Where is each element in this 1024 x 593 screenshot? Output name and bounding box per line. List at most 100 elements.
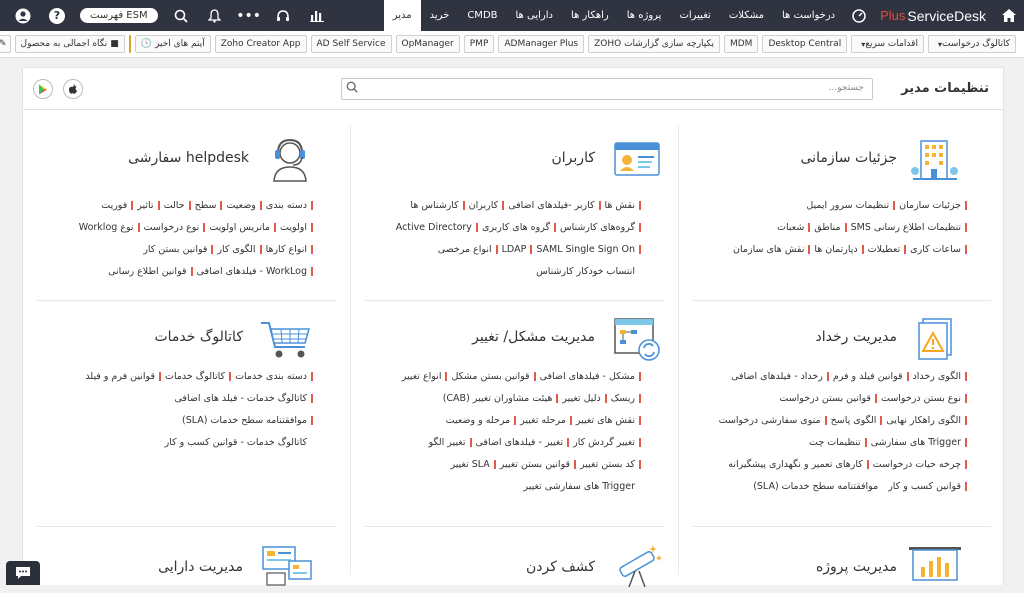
link-task-template[interactable]: الگوی کار — [217, 244, 255, 255]
link-preventive-maintenance[interactable]: کارهای تعمیر و نگهداری پیشگیرانه — [728, 459, 862, 470]
link-sla[interactable]: موافقتنامه سطح خدمات (SLA) — [753, 481, 878, 492]
link-operational-hours[interactable]: ساعات کاری — [910, 244, 961, 255]
link-user-additional-fields[interactable]: کاربر -فیلدهای اضافی — [508, 200, 594, 211]
link-change-workflow[interactable]: تغییر گردش کار — [573, 437, 635, 448]
nav-tab-admin[interactable]: مدیر — [383, 0, 421, 31]
link-sms-settings[interactable]: تنظیمات اطلاع رسانی SMS — [851, 222, 961, 233]
link-roles[interactable]: نقش ها — [605, 200, 636, 211]
link-catalog-additional-fields[interactable]: کاتالوگ خدمات - فیلد های اضافی — [174, 393, 307, 404]
google-play-store-icon[interactable] — [33, 79, 53, 99]
toolbar-admanager-plus[interactable]: ADManager Plus — [498, 35, 585, 53]
link-task-closing-rules[interactable]: قوانین بستن کار — [143, 244, 207, 255]
quick-actions-dropdown[interactable]: اقدامات سریع ▾ — [851, 35, 924, 53]
link-org-roles[interactable]: نقش های سازمان — [733, 244, 804, 255]
link-reason-for-change[interactable]: دلیل تغییر — [562, 393, 600, 404]
product-overview-button[interactable]: ■ نگاه اجمالی به محصول — [14, 35, 125, 53]
link-custom-triggers[interactable]: Trigger های سفارشی — [871, 437, 961, 448]
link-change-closing-rules[interactable]: قوانین بستن تغییر — [500, 459, 570, 470]
link-reply-template[interactable]: الگوی پاسخ — [831, 415, 877, 426]
notes-icon[interactable] — [128, 35, 131, 53]
link-form-field-rules[interactable]: قوانین فرم و فیلد — [85, 371, 155, 382]
link-service-catalog[interactable]: کاتالوگ خدمات — [165, 371, 225, 382]
link-service-categories[interactable]: دسته بندی خدمات — [235, 371, 307, 382]
link-request-custom-menu[interactable]: منوی سفارشی درخواست — [719, 415, 821, 426]
nav-tab-problems[interactable]: مشکلات — [720, 0, 773, 31]
app-logo[interactable]: ServiceDesk Plus — [874, 0, 994, 31]
link-risk[interactable]: ریسک — [611, 393, 635, 404]
link-level[interactable]: سطح — [195, 200, 217, 211]
link-stage-status[interactable]: مرحله و وضعیت — [446, 415, 511, 426]
toolbar-opmanager[interactable]: OpManager — [395, 35, 460, 53]
link-problem-closure-rules[interactable]: قوانین بستن مشکل — [451, 371, 529, 382]
link-request-closing-rules[interactable]: قوانین بستن درخواست — [779, 393, 871, 404]
link-technician-auto-assign[interactable]: انتساب خودکار کارشناس — [536, 266, 635, 277]
nav-tab-purchase[interactable]: خرید — [421, 0, 459, 31]
link-business-rules[interactable]: قوانین کسب و کار — [888, 481, 961, 492]
link-sites[interactable]: شعبات — [777, 222, 804, 233]
link-resolution-template[interactable]: الگوی راهکار نهایی — [886, 415, 961, 426]
link-impact[interactable]: تاثیر — [137, 200, 153, 211]
toolbar-mdm[interactable]: MDM — [723, 35, 759, 53]
link-change-custom-triggers[interactable]: Trigger های سفارشی تغییر — [524, 481, 636, 492]
toolbar-desktop-central[interactable]: Desktop Central — [762, 35, 848, 53]
toolbar-zoho-reports[interactable]: یکپارچه سازی گزارشات ZOHO — [588, 35, 720, 53]
edit-toolbar-icon[interactable]: ✎ — [0, 35, 11, 53]
toolbar-zoho-creator-app[interactable]: Zoho Creator App — [214, 35, 307, 53]
link-mode[interactable]: حالت — [164, 200, 185, 211]
help-icon[interactable]: ? — [40, 0, 74, 31]
link-leave-types[interactable]: انواع مرخصی — [438, 244, 492, 255]
apple-app-store-icon[interactable] — [63, 79, 83, 99]
link-saml-sso[interactable]: SAML Single Sign On — [536, 244, 635, 255]
home-icon[interactable] — [994, 0, 1024, 31]
link-urgency[interactable]: فوریت — [101, 200, 127, 211]
link-user-groups[interactable]: گروه های کاربری — [482, 222, 550, 233]
dashboard-icon[interactable] — [844, 0, 874, 31]
link-catalog-business-rules[interactable]: کاتالوگ خدمات - قوانین کسب و کار — [165, 437, 307, 448]
link-change-sla[interactable]: SLA تغییر — [450, 459, 489, 470]
link-worklog-type[interactable]: نوع Worklog — [79, 222, 134, 233]
headset-support-icon[interactable] — [266, 0, 300, 31]
link-chat-settings[interactable]: تنظیمات چت — [809, 437, 861, 448]
link-change-roles[interactable]: نقش های تغییر — [576, 415, 635, 426]
link-change-types[interactable]: انواع تغییر — [402, 371, 442, 382]
link-departments[interactable]: دپارتمان ها — [814, 244, 857, 255]
recent-items-button[interactable]: آیتم های اخیر 🕓 — [134, 35, 211, 53]
chat-bubble-icon[interactable] — [6, 561, 40, 585]
link-catalog-sla[interactable]: موافقتنامه سطح خدمات (SLA) — [182, 415, 307, 426]
nav-tab-assets[interactable]: دارایی ها — [507, 0, 562, 31]
link-field-form-rules[interactable]: قوانین فیلد و فرم — [833, 371, 903, 382]
link-worklog-additional-fields[interactable]: WorkLog - فیلدهای اضافی — [197, 266, 307, 277]
link-status[interactable]: وضعیت — [226, 200, 255, 211]
search-icon[interactable] — [164, 0, 198, 31]
link-notification-rules[interactable]: قوانین اطلاع رسانی — [108, 266, 186, 277]
link-technician-groups[interactable]: گروه‌های کارشناس — [560, 222, 635, 233]
link-org-details[interactable]: جزئیات سازمان — [899, 200, 961, 211]
link-problem-additional-fields[interactable]: مشکل - فیلدهای اضافی — [540, 371, 635, 382]
link-incident-template[interactable]: الگوی رخداد — [913, 371, 961, 382]
link-mail-server[interactable]: تنظیمات سرور ایمیل — [806, 200, 889, 211]
nav-tab-solutions[interactable]: راهکار ها — [562, 0, 618, 31]
link-cab[interactable]: هیئت مشاوران تغییر (CAB) — [443, 393, 553, 404]
link-change-closure-code[interactable]: کد بستن تغییر — [580, 459, 635, 470]
link-request-closure-code[interactable]: نوع بستن درخواست — [881, 393, 961, 404]
nav-tab-projects[interactable]: پروژه ها — [618, 0, 671, 31]
admin-search-input[interactable]: جستجو... — [341, 78, 873, 100]
esm-directory-button[interactable]: فهرست ESM — [80, 8, 158, 23]
more-apps-icon[interactable]: ••• — [232, 0, 266, 31]
link-category[interactable]: دسته بندی — [266, 200, 307, 211]
toolbar-pmp[interactable]: PMP — [463, 35, 495, 53]
link-priority[interactable]: اولویت — [280, 222, 307, 233]
nav-tab-changes[interactable]: تغییرات — [670, 0, 719, 31]
nav-tab-cmdb[interactable]: CMDB — [458, 0, 506, 31]
link-request-type[interactable]: نوع درخواست — [144, 222, 200, 233]
link-regions[interactable]: مناطق — [814, 222, 840, 233]
link-change-additional-fields[interactable]: تغییر - فیلدهای اضافی — [476, 437, 564, 448]
link-users[interactable]: کاربران — [469, 200, 499, 211]
nav-tab-requests[interactable]: درخواست ها — [773, 0, 844, 31]
link-incident-additional-fields[interactable]: رخداد - فیلدهای اضافی — [731, 371, 823, 382]
link-holidays[interactable]: تعطیلات — [868, 244, 901, 255]
link-task-types[interactable]: انواع کارها — [266, 244, 307, 255]
profile-settings-icon[interactable] — [6, 0, 40, 31]
link-change-stage[interactable]: مرحله تغییر — [520, 415, 566, 426]
link-active-directory[interactable]: Active Directory — [396, 222, 472, 233]
